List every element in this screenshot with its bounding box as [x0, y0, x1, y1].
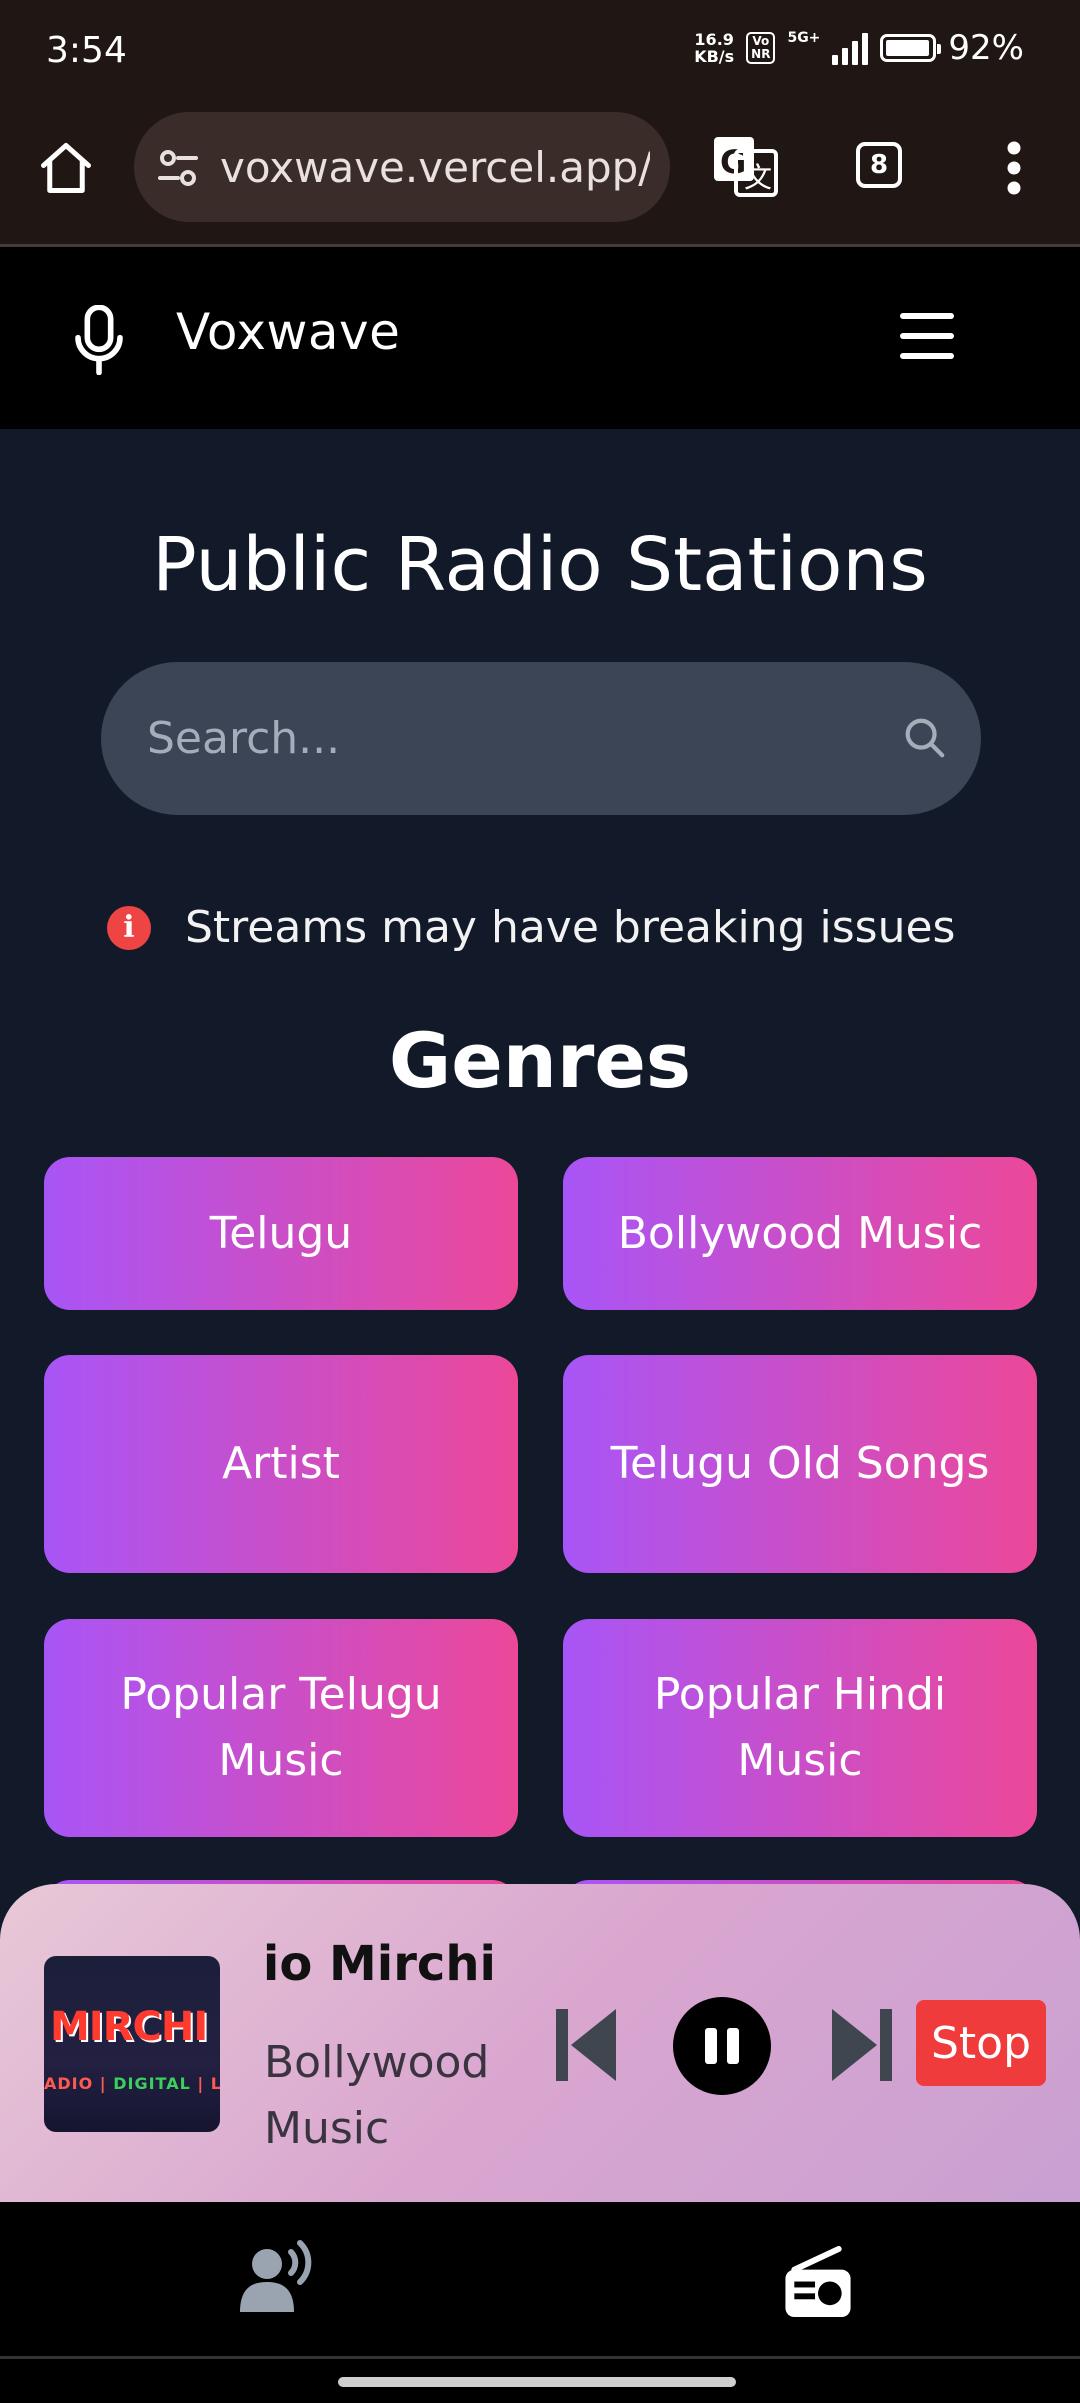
artwork-logo: MIRCHI: [50, 2004, 208, 2050]
status-bar: 3:54 16.9 KB/s Vo NR 5G+ 92%: [0, 0, 1080, 108]
genre-button-popular-telugu-music[interactable]: Popular Telugu Music: [44, 1619, 518, 1837]
page-title: Public Radio Stations: [152, 522, 928, 608]
battery-icon: [880, 34, 942, 62]
artwork-tagline: ADIO | DIGITAL | LI: [44, 2074, 220, 2093]
url-text: voxwave.vercel.app/ap: [220, 143, 650, 192]
genre-button-popular-hindi-music[interactable]: Popular Hindi Music: [563, 1619, 1037, 1837]
home-icon[interactable]: [36, 138, 96, 198]
vonr-badge: Vo NR: [746, 32, 776, 64]
tab-switcher-button[interactable]: 8: [856, 142, 902, 188]
network-type: 5G+: [787, 30, 821, 46]
home-gesture-bar[interactable]: [338, 2377, 736, 2387]
genre-button-telugu[interactable]: Telugu: [44, 1157, 518, 1310]
search-icon[interactable]: [901, 714, 947, 760]
search-box: [101, 662, 981, 815]
svg-text:文: 文: [744, 161, 772, 194]
previous-icon[interactable]: [556, 2008, 616, 2082]
battery-percent: 92%: [948, 28, 1024, 68]
bottom-navigation: [0, 2202, 1080, 2364]
status-indicators: 16.9 KB/s Vo NR 5G+ 92%: [694, 28, 1024, 68]
genre-button-artist[interactable]: Artist: [44, 1355, 518, 1573]
network-speed: 16.9 KB/s: [694, 30, 735, 66]
genres-heading: Genres: [388, 1016, 692, 1105]
system-nav-bar: [0, 2356, 1080, 2403]
stream-warning: i Streams may have breaking issues: [107, 902, 955, 953]
podcast-icon[interactable]: [240, 2240, 318, 2312]
now-playing-bar: MIRCHI ADIO | DIGITAL | LI Radio Mirchi …: [0, 1884, 1080, 2202]
stop-button[interactable]: Stop: [916, 2000, 1046, 2086]
microphone-icon: [75, 305, 123, 375]
pause-button[interactable]: [673, 1997, 771, 2095]
svg-text:G: G: [720, 143, 746, 181]
more-options-icon[interactable]: [1000, 138, 1028, 198]
station-name: Radio Mirchi: [264, 1936, 496, 1992]
info-icon: i: [107, 905, 151, 950]
station-artwork: MIRCHI ADIO | DIGITAL | LI: [44, 1956, 220, 2132]
search-input[interactable]: [145, 702, 869, 774]
genre-button-bollywood-music[interactable]: Bollywood Music: [563, 1157, 1037, 1310]
genre-button-telugu-old-songs[interactable]: Telugu Old Songs: [563, 1355, 1037, 1573]
station-genre: Bollywood Music: [264, 2037, 490, 2154]
translate-icon[interactable]: G 文: [712, 135, 778, 197]
warning-text: Streams may have breaking issues: [185, 902, 956, 953]
next-icon[interactable]: [832, 2008, 892, 2082]
menu-icon[interactable]: [900, 313, 954, 359]
status-time: 3:54: [46, 30, 127, 71]
app-header: Voxwave: [0, 247, 1080, 429]
radio-icon[interactable]: [782, 2246, 854, 2320]
address-bar[interactable]: voxwave.vercel.app/ap: [134, 112, 670, 222]
browser-toolbar: voxwave.vercel.app/ap G 文 8: [0, 108, 1080, 247]
brand-name[interactable]: Voxwave: [176, 303, 400, 361]
signal-icon: [832, 31, 869, 65]
site-settings-icon[interactable]: [154, 144, 202, 192]
